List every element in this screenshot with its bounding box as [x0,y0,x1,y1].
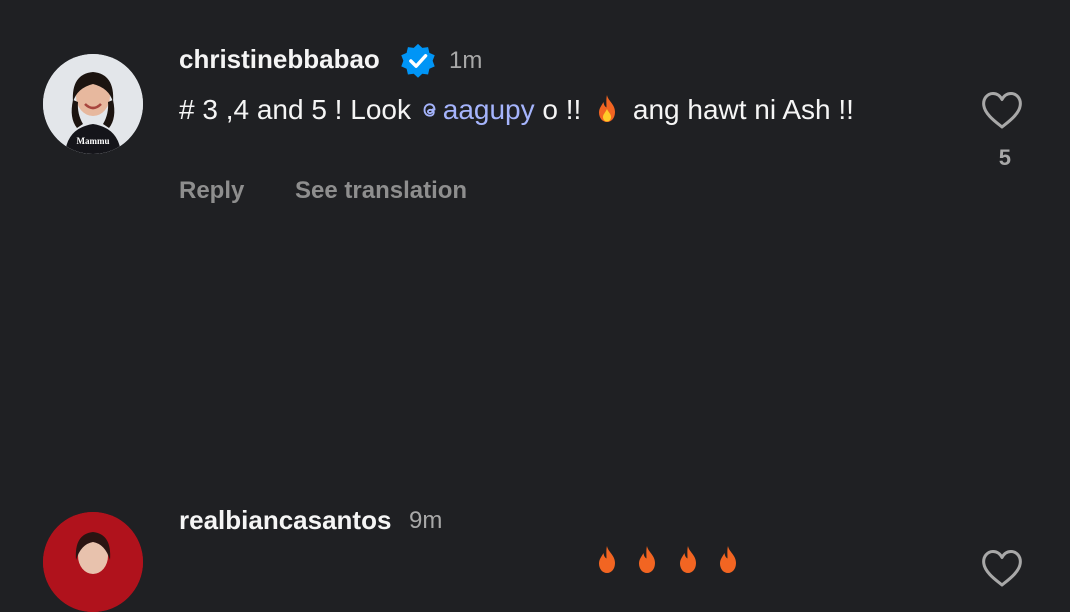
comment-text-suffix: o !! [534,94,590,125]
heart-icon[interactable] [980,548,1024,588]
fire-emoji-icon [639,546,656,573]
avatar-image: Mammu [43,54,143,154]
username[interactable]: christinebbabao [179,44,380,75]
mention-link[interactable]: aagupy [419,94,535,125]
emoji-row [593,545,750,580]
svg-text:Mammu: Mammu [77,136,110,146]
like-count: 5 [998,145,1011,170]
see-translation-button[interactable]: See translation [295,177,467,204]
avatar[interactable] [43,512,143,612]
comment-item: Mammu christinebbabao 1m # 3 ,4 and 5 ! … [0,0,1070,240]
mention-text[interactable]: aagupy [443,94,535,125]
fire-emoji-icon [599,546,615,573]
fire-emoji-icon [679,546,696,573]
comment-text-rest: ang hawt ni Ash !! [625,94,854,125]
comment-actions: Reply See translation [179,177,511,205]
avatar[interactable]: Mammu [43,54,143,154]
fire-emoji-icon [720,546,737,573]
comment-text-prefix: # 3 ,4 and 5 ! Look [179,94,419,125]
timestamp: 1m [449,47,483,74]
timestamp: 9m [409,507,443,534]
heart-icon[interactable] [980,90,1024,130]
threads-icon [423,103,436,117]
fire-emoji-icon [599,95,616,122]
username[interactable]: realbiancasantos [179,505,391,536]
reply-button[interactable]: Reply [179,177,244,204]
comment-item: realbiancasantos 9m [0,240,1070,612]
comment-text: # 3 ,4 and 5 ! Look aagupy o !! ang hawt… [179,92,939,128]
avatar-image [43,512,143,612]
verified-badge-icon [401,43,435,78]
